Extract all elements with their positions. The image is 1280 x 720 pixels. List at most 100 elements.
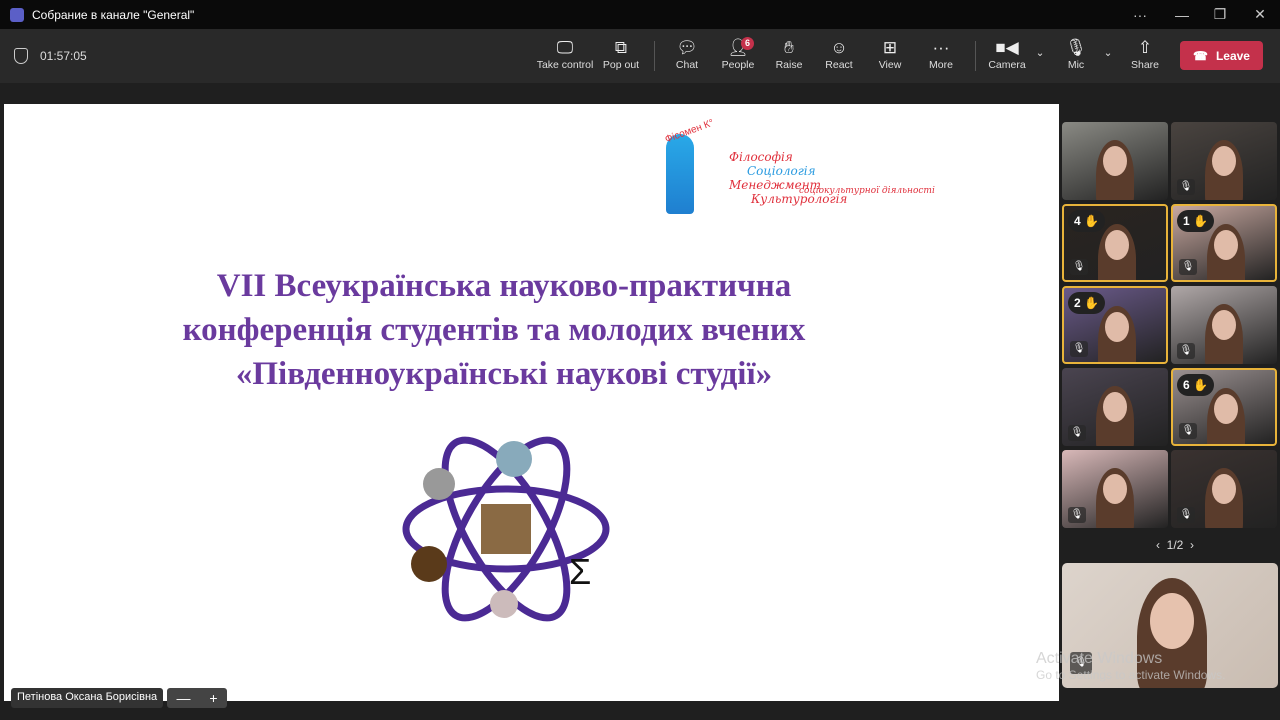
camera-button[interactable]: ■◀ Camera [979,37,1035,71]
page-indicator: 1/2 [1166,538,1184,552]
label: React [825,59,853,71]
mic-button[interactable]: 🎙︎ Mic [1048,37,1104,71]
mic-off-icon: 🎙 [1179,423,1197,439]
label: Take control [536,59,594,71]
logo-line: Філософія [729,150,793,164]
mic-off-icon: 🎙 [1070,259,1088,275]
people-button[interactable]: 👤︎ 6 People [710,37,766,71]
hand-icon: ✋ [1084,296,1099,310]
face [1214,394,1238,424]
camera-icon: ■◀ [995,38,1019,57]
face [1103,474,1127,504]
minimize-button[interactable]: — [1162,0,1202,29]
label: Mic [1067,59,1085,71]
zoom-in-button[interactable]: + [209,690,217,706]
label: Raise [775,59,803,71]
label: More [929,59,953,71]
participant-video-tile[interactable]: 🎙 2 ✋ [1062,286,1168,364]
zoom-control: — + [167,688,227,708]
people-icon: 👤︎ [727,38,749,57]
leave-button[interactable]: ☎ Leave [1180,41,1263,70]
logo-line: Соціологія [747,164,816,178]
divider [654,41,655,71]
close-button[interactable]: ✕ [1240,0,1280,29]
mic-off-icon: 🎙︎ [1065,38,1087,57]
label: Chat [675,59,699,71]
participant-video-tile[interactable] [1062,122,1168,200]
mic-off-icon: 🎙 [1179,259,1197,275]
meeting-toolbar: 01:57:05 🖵 Take control ⧉ Pop out 💬︎ Chat 👤… [0,29,1280,83]
camera-options-chevron-icon[interactable]: ⌄ [1030,47,1050,59]
face [1212,146,1236,176]
zoom-out-button[interactable]: — [176,690,190,706]
presenter-name-tag: Петінова Оксана Борисівна [11,688,164,708]
window-title: Собрание в канале "General" [32,7,195,22]
hand-icon: ✋ [1193,214,1208,228]
slide-heading: VII Всеукраїнська науково-практична конф… [4,264,1004,396]
participant-video-tile[interactable]: 🎙 [1062,368,1168,446]
logo-mascot-icon [666,134,694,214]
watermark-title: Activate Windows [1036,650,1163,667]
face [1212,310,1236,340]
meeting-timer: 01:57:05 [40,49,87,63]
participant-video-tile[interactable]: 🎙 [1171,286,1277,364]
svg-text:Σ: Σ [569,551,591,592]
react-button[interactable]: ☺ React [811,37,867,71]
face [1105,312,1129,342]
heading-line: VII Всеукраїнська науково-практична [216,268,792,304]
hand-icon: ✋ [1084,214,1099,228]
participant-video-tile[interactable]: 🎙 [1171,122,1277,200]
face [1212,474,1236,504]
atom-emblem-icon: Σ [402,436,610,622]
raise-hand-button[interactable]: ✋︎ Raise [761,37,817,71]
ellipsis-icon: ··· [932,38,950,57]
restore-button[interactable]: ❐ [1200,0,1240,29]
face [1103,146,1127,176]
phone-hangup-icon: ☎ [1193,48,1208,63]
label: People [721,59,755,71]
mic-off-icon: 🎙 [1177,343,1195,359]
heading-line: «Південноукраїнські наукові студії» [235,356,773,392]
label: View [878,59,902,71]
raised-hand-badge: 6 ✋ [1177,374,1214,396]
mic-off-icon: 🎙 [1070,341,1088,357]
share-icon: ⇧ [1137,38,1153,57]
next-page-button[interactable]: › [1190,538,1194,552]
participant-video-tile[interactable]: 🎙 6 ✋ [1171,368,1277,446]
take-control-icon: 🖵 [556,38,574,57]
hand-icon: ✋︎ [784,38,794,57]
label: Camera [988,59,1026,71]
hand-queue-number: 4 [1074,214,1081,228]
shared-screen-slide: Фісомен К° Філософія Соціологія Менеджме… [4,104,1059,701]
smiley-icon: ☺ [830,38,848,57]
face [1214,230,1238,260]
hand-icon: ✋ [1193,378,1208,392]
pop-out-icon: ⧉ [614,38,628,57]
raised-hand-badge: 1 ✋ [1177,210,1214,232]
take-control-button[interactable]: 🖵 Take control [536,37,594,71]
window-more-button[interactable]: ··· [1120,0,1160,29]
heading-line: конференція студентів та молодих вчених [182,312,806,348]
participant-video-tile[interactable]: 🎙 [1062,450,1168,528]
mic-off-icon: 🎙 [1177,507,1195,523]
view-button[interactable]: ⊞ View [862,37,918,71]
divider [975,41,976,71]
participant-video-tile[interactable]: 🎙 4 ✋ [1062,204,1168,282]
mic-options-chevron-icon[interactable]: ⌄ [1098,47,1118,59]
mic-off-icon: 🎙 [1068,425,1086,441]
participant-video-tile[interactable]: 🎙 1 ✋ [1171,204,1277,282]
pop-out-button[interactable]: ⧉ Pop out [593,37,649,71]
teams-logo-icon [10,7,24,22]
hand-queue-number: 2 [1074,296,1081,310]
watermark-subtitle: Go to Settings to activate Windows. [1036,668,1226,682]
chat-button[interactable]: 💬︎ Chat [659,37,715,71]
face [1103,392,1127,422]
activate-windows-watermark: Activate Windows Go to Settings to activ… [1036,650,1225,682]
prev-page-button[interactable]: ‹ [1156,538,1160,552]
pagination: ‹ 1/2 › [1140,538,1210,552]
people-count-badge: 6 [741,37,754,50]
mic-off-icon: 🎙 [1068,507,1086,523]
more-button[interactable]: ··· More [913,37,969,71]
participant-video-tile[interactable]: 🎙 [1171,450,1277,528]
share-button[interactable]: ⇧ Share [1117,37,1173,71]
